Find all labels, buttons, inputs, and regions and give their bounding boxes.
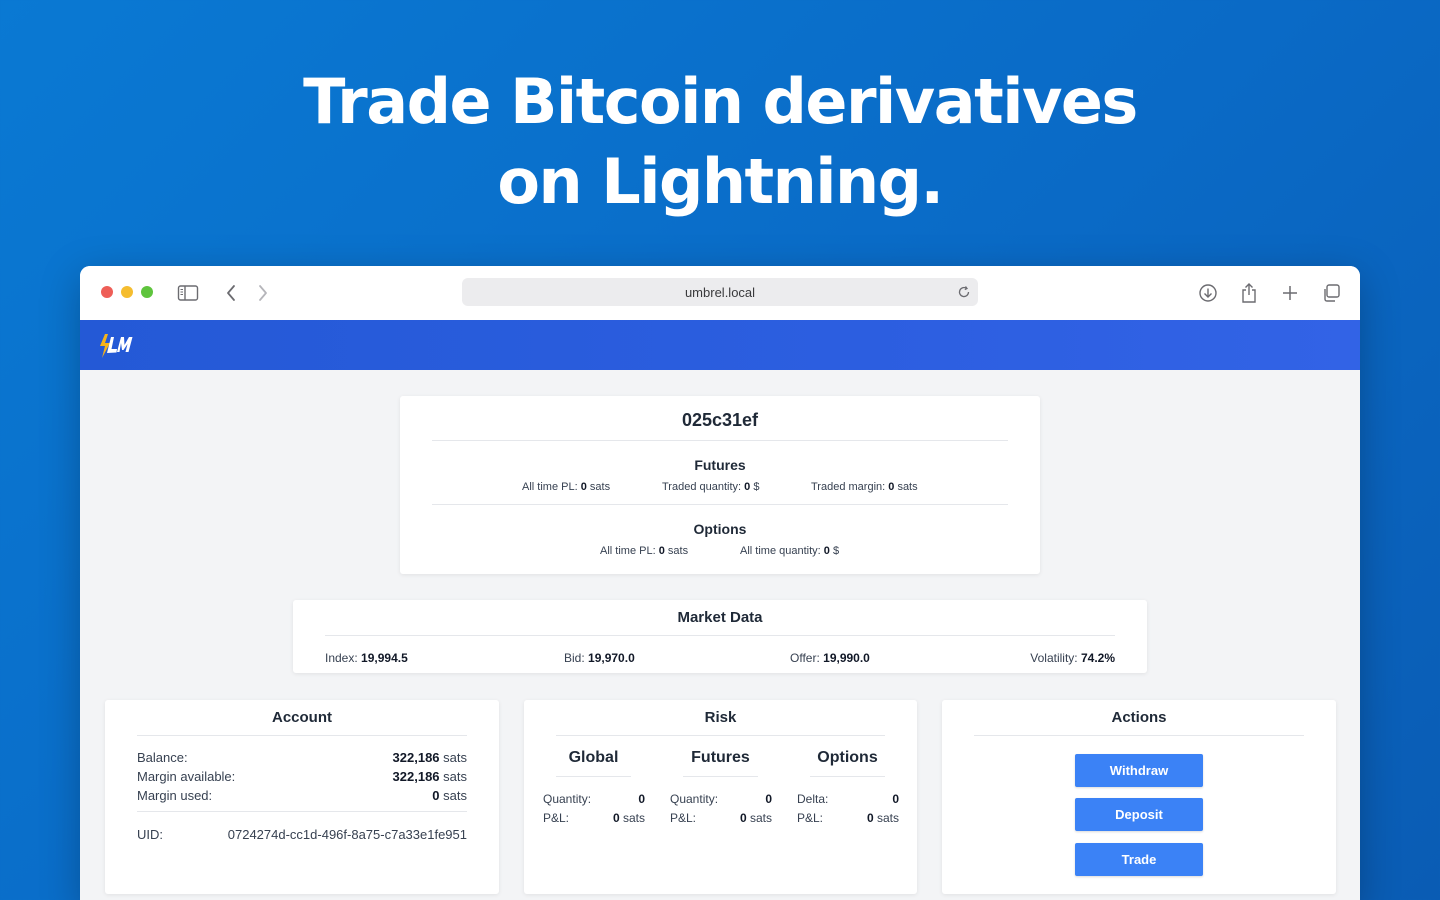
divider (810, 776, 885, 777)
market-data-title: Market Data (677, 609, 763, 626)
risk-card: Risk Global Quantity: 0 P&L: 0 sats Futu… (524, 700, 917, 894)
account-title: Account (272, 709, 332, 726)
divider (974, 735, 1304, 736)
futures-heading: Futures (694, 457, 746, 473)
options-heading: Options (693, 521, 747, 537)
market-bid: Bid: 19,970.0 (564, 651, 635, 665)
hero-line-2: on Lightning. (497, 145, 944, 218)
market-offer: Offer: 19,990.0 (790, 651, 870, 665)
global-quantity-value: 0 (638, 792, 645, 806)
global-pl-value: 0 sats (612, 811, 645, 825)
global-quantity-label: Quantity: (543, 792, 592, 806)
reload-icon[interactable] (956, 284, 972, 300)
hero-line-1: Trade Bitcoin derivatives (303, 65, 1138, 138)
new-tab-icon[interactable] (1278, 281, 1302, 305)
futures-all-time-pl: All time PL: 0 sats (522, 481, 611, 493)
browser-window: umbrel.local 025c31ef Futures All time P… (80, 266, 1360, 900)
margin-used-value: 0 sats (432, 788, 467, 803)
lnm-logo[interactable] (97, 333, 139, 364)
profile-id: 025c31ef (681, 410, 759, 430)
margin-available-label: Margin available: (137, 769, 236, 784)
actions-card: Actions Withdraw Deposit Trade (942, 700, 1336, 894)
divider (137, 735, 467, 736)
futures-pl-value: 0 sats (739, 811, 772, 825)
hero-headline: Trade Bitcoin derivatives on Lightning. (0, 62, 1440, 222)
divider (137, 811, 467, 812)
download-icon[interactable] (1196, 281, 1220, 305)
market-index: Index: 19,994.5 (325, 651, 408, 665)
uid-value: 0724274d-cc1d-496f-8a75-c7a33e1fe951 (227, 827, 467, 842)
zoom-window-button[interactable] (141, 286, 153, 298)
options-pl-value: 0 sats (866, 811, 899, 825)
risk-global-heading: Global (568, 749, 619, 766)
futures-quantity-label: Quantity: (670, 792, 719, 806)
app-header (80, 320, 1360, 370)
withdraw-button[interactable]: Withdraw (1075, 754, 1203, 787)
window-controls (101, 286, 153, 298)
divider (325, 635, 1115, 636)
divider (432, 504, 1008, 505)
market-volatility: Volatility: 74.2% (1030, 651, 1115, 665)
divider (556, 735, 885, 736)
divider (432, 440, 1008, 441)
balance-label: Balance: (137, 750, 188, 765)
margin-available-value: 322,186 sats (392, 769, 467, 784)
divider (683, 776, 758, 777)
browser-toolbar: umbrel.local (80, 266, 1360, 320)
deposit-button[interactable]: Deposit (1075, 798, 1203, 831)
forward-icon[interactable] (251, 281, 275, 305)
balance-value: 322,186 sats (392, 750, 467, 765)
uid-label: UID: (137, 827, 163, 842)
url-text: umbrel.local (684, 284, 756, 300)
options-all-time-pl: All time PL: 0 sats (600, 545, 689, 557)
futures-pl-label: P&L: (670, 811, 697, 825)
address-bar[interactable]: umbrel.local (462, 278, 978, 306)
options-delta-value: 0 (892, 792, 899, 806)
options-all-time-quantity: All time quantity: 0 $ (740, 545, 840, 557)
profile-card: 025c31ef Futures All time PL: 0 sats Tra… (400, 396, 1040, 574)
market-data-card: Market Data Index: 19,994.5 Bid: 19,970.… (293, 600, 1147, 673)
risk-options-heading: Options (817, 749, 878, 766)
back-icon[interactable] (219, 281, 243, 305)
futures-traded-quantity: Traded quantity: 0 $ (662, 481, 760, 493)
global-pl-label: P&L: (543, 811, 570, 825)
actions-title: Actions (1111, 709, 1167, 726)
divider (556, 776, 631, 777)
close-window-button[interactable] (101, 286, 113, 298)
options-delta-label: Delta: (797, 792, 829, 806)
options-pl-label: P&L: (797, 811, 824, 825)
margin-used-label: Margin used: (137, 788, 213, 803)
futures-quantity-value: 0 (765, 792, 772, 806)
trade-button[interactable]: Trade (1075, 843, 1203, 876)
risk-title: Risk (704, 709, 737, 726)
futures-traded-margin: Traded margin: 0 sats (811, 481, 918, 493)
account-card: Account Balance: 322,186 sats Margin ava… (105, 700, 499, 894)
tabs-overview-icon[interactable] (1319, 281, 1343, 305)
share-icon[interactable] (1237, 281, 1261, 305)
dashboard-content: 025c31ef Futures All time PL: 0 sats Tra… (80, 370, 1360, 900)
risk-futures-heading: Futures (691, 749, 750, 766)
minimize-window-button[interactable] (121, 286, 133, 298)
sidebar-icon[interactable] (176, 281, 200, 305)
